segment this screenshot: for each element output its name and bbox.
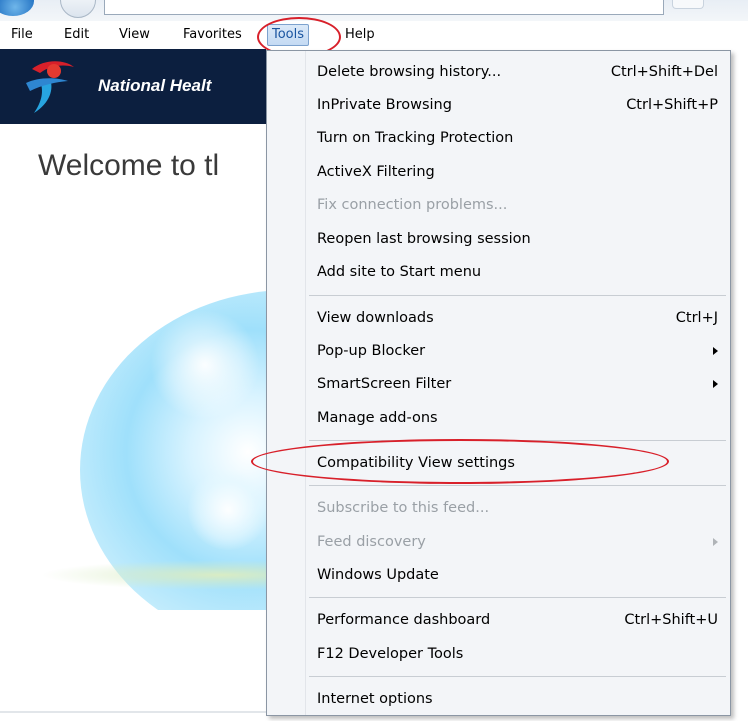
submenu-arrow-icon [713, 538, 718, 546]
menu-help[interactable]: Help [341, 25, 379, 45]
menu-file[interactable]: File [7, 25, 37, 45]
menu-separator [309, 440, 726, 441]
menu-favorites[interactable]: Favorites [179, 25, 246, 45]
menu-item-label: Performance dashboard [317, 612, 491, 628]
menu-item-label: F12 Developer Tools [317, 646, 464, 662]
menu-item-fix-connection: Fix connection problems... [317, 192, 718, 218]
menu-item-popup-blocker[interactable]: Pop-up Blocker [317, 338, 718, 364]
menu-item-view-downloads[interactable]: View downloads Ctrl+J [317, 305, 718, 331]
menu-item-add-site-start-menu[interactable]: Add site to Start menu [317, 259, 718, 285]
menu-view[interactable]: View [115, 25, 154, 45]
menu-item-label: ActiveX Filtering [317, 164, 435, 180]
menu-edit[interactable]: Edit [60, 25, 93, 45]
menu-item-label: Delete browsing history... [317, 64, 502, 80]
menu-item-manage-addons[interactable]: Manage add-ons [317, 405, 718, 431]
menu-separator [309, 485, 726, 486]
menu-item-shortcut: Ctrl+Shift+Del [610, 64, 718, 80]
menu-item-label: Feed discovery [317, 534, 426, 550]
menu-item-inprivate-browsing[interactable]: InPrivate Browsing Ctrl+Shift+P [317, 92, 718, 118]
site-logo-icon [26, 61, 74, 113]
menu-item-label: Fix connection problems... [317, 197, 508, 213]
menu-item-label: Compatibility View settings [317, 455, 515, 471]
menu-item-subscribe-feed: Subscribe to this feed... [317, 495, 718, 521]
menu-item-label: Internet options [317, 691, 433, 707]
address-bar[interactable] [104, 0, 664, 15]
menu-separator [309, 295, 726, 296]
ie-logo-icon [0, 0, 34, 16]
menu-item-f12-developer-tools[interactable]: F12 Developer Tools [317, 641, 718, 667]
menu-item-internet-options[interactable]: Internet options [317, 686, 718, 712]
new-tab-button[interactable] [672, 0, 704, 9]
menu-item-label: Manage add-ons [317, 410, 438, 426]
menu-separator [309, 676, 726, 677]
menu-item-windows-update[interactable]: Windows Update [317, 562, 718, 588]
menu-item-compatibility-view-settings[interactable]: Compatibility View settings [317, 450, 718, 476]
menu-item-shortcut: Ctrl+Shift+P [626, 97, 718, 113]
menu-item-feed-discovery: Feed discovery [317, 529, 718, 555]
menu-tools[interactable]: Tools [267, 24, 310, 46]
hero-image [0, 190, 266, 610]
menu-separator [309, 597, 726, 598]
site-title: National Healt [98, 76, 212, 95]
page-divider [0, 711, 266, 713]
tools-menu: Delete browsing history... Ctrl+Shift+De… [266, 50, 731, 716]
menu-item-activex-filtering[interactable]: ActiveX Filtering [317, 159, 718, 185]
submenu-arrow-icon [713, 347, 718, 355]
browser-toolbar [0, 0, 748, 22]
menu-item-label: Windows Update [317, 567, 439, 583]
menu-item-smartscreen-filter[interactable]: SmartScreen Filter [317, 371, 718, 397]
menu-item-label: Turn on Tracking Protection [317, 130, 514, 146]
menu-item-reopen-last-session[interactable]: Reopen last browsing session [317, 226, 718, 252]
back-button[interactable] [60, 0, 96, 18]
menu-item-label: InPrivate Browsing [317, 97, 452, 113]
menu-bar: File Edit View Favorites Tools Help [0, 21, 748, 49]
menu-item-label: SmartScreen Filter [317, 376, 452, 392]
menu-item-shortcut: Ctrl+Shift+U [624, 612, 718, 628]
menu-item-delete-browsing-history[interactable]: Delete browsing history... Ctrl+Shift+De… [317, 59, 718, 85]
menu-item-shortcut: Ctrl+J [675, 310, 718, 326]
menu-item-label: Subscribe to this feed... [317, 500, 490, 516]
submenu-arrow-icon [713, 380, 718, 388]
site-banner: National Healt [0, 49, 266, 124]
menu-item-performance-dashboard[interactable]: Performance dashboard Ctrl+Shift+U [317, 607, 718, 633]
menu-item-label: Add site to Start menu [317, 264, 482, 280]
menu-item-label: Reopen last browsing session [317, 231, 531, 247]
welcome-heading: Welcome to tl [38, 149, 220, 182]
menu-item-label: View downloads [317, 310, 434, 326]
menu-item-label: Pop-up Blocker [317, 343, 426, 359]
menu-item-tracking-protection[interactable]: Turn on Tracking Protection [317, 125, 718, 151]
